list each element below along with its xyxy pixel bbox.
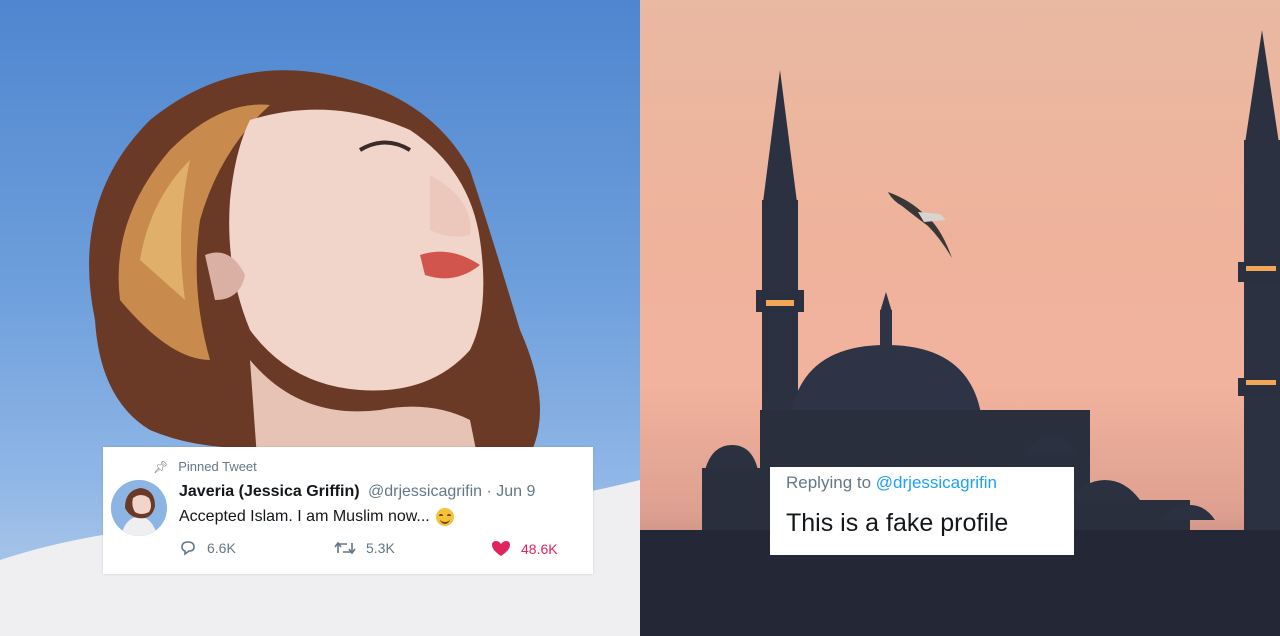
retweet-button[interactable]: 5.3K: [334, 540, 395, 556]
pin-icon: 📌︎: [153, 459, 169, 474]
smiling-face-emoji: [435, 508, 454, 526]
reply-button[interactable]: 6.6K: [179, 540, 236, 556]
reply-card[interactable]: Replying to @drjessicagrifin This is a f…: [770, 467, 1074, 555]
pinned-tweet-label-row: 📌︎ Pinned Tweet: [153, 459, 257, 474]
pinned-tweet-card[interactable]: 📌︎ Pinned Tweet Javeria (Jessica Griffin…: [103, 447, 593, 574]
retweet-count: 5.3K: [366, 540, 395, 556]
replying-to-label: Replying to: [786, 473, 872, 492]
display-name[interactable]: Javeria (Jessica Griffin): [179, 483, 360, 500]
tweet-text: Accepted Islam. I am Muslim now...: [179, 508, 430, 525]
like-count: 48.6K: [521, 540, 558, 557]
tweet-header: Javeria (Jessica Griffin) @drjessicagrif…: [179, 483, 535, 501]
avatar[interactable]: [111, 480, 167, 536]
comment-icon: [181, 541, 195, 556]
replying-to-line: Replying to @drjessicagrifin: [786, 473, 997, 493]
reply-mention-link[interactable]: @drjessicagrifin: [876, 473, 997, 492]
reply-text: This is a fake profile: [786, 509, 1009, 537]
tweet-text-row: Accepted Islam. I am Muslim now...: [179, 508, 454, 526]
heart-icon: [492, 541, 510, 556]
handle-and-date[interactable]: @drjessicagrifin · Jun 9: [368, 483, 535, 500]
pinned-tweet-label: Pinned Tweet: [178, 459, 257, 474]
like-button[interactable]: 48.6K: [491, 540, 558, 557]
retweet-icon: [334, 541, 356, 555]
reply-count: 6.6K: [207, 540, 236, 556]
